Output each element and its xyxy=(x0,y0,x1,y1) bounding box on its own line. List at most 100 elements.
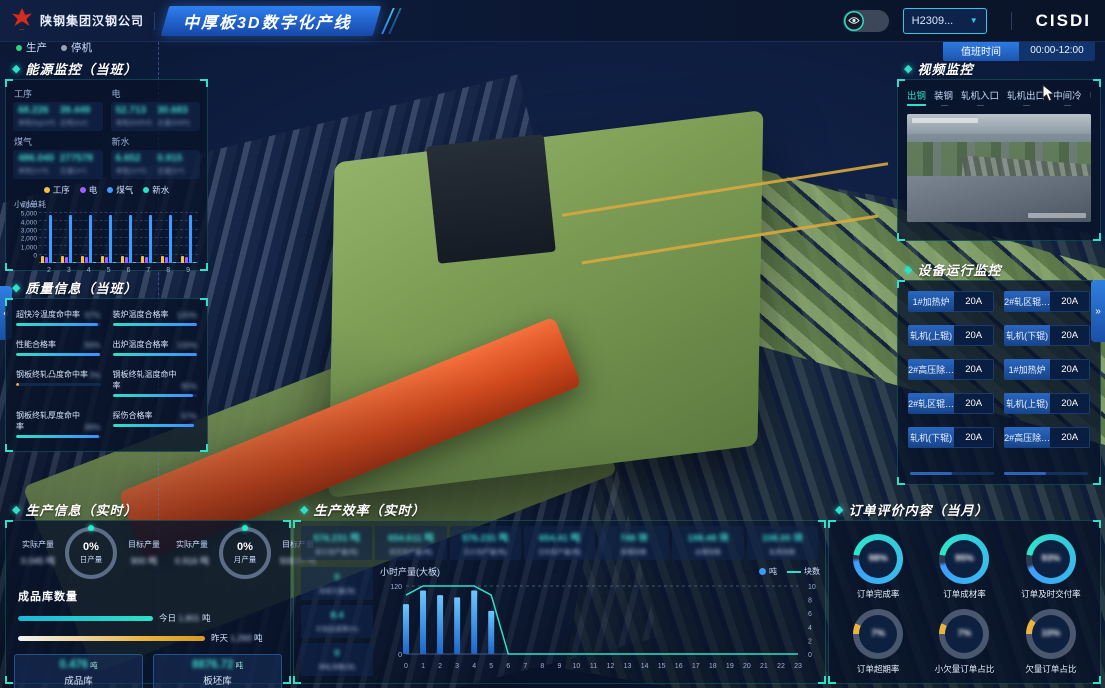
energy-section-name: 工序 xyxy=(14,87,103,100)
stock-bar-prefix: 今日 xyxy=(159,613,176,623)
device-current-value: 20A xyxy=(1050,325,1090,346)
quality-item: 钢板终轧温度命中率95% xyxy=(113,369,198,397)
energy-value-label: 单耗(m³/t) xyxy=(18,166,56,176)
device-chip-6[interactable]: 2#轧区辊…20A xyxy=(908,393,994,414)
video-tab-1[interactable]: 装钢 xyxy=(934,88,953,106)
diamond-icon: ◆ xyxy=(12,281,20,294)
heat-number-dropdown[interactable]: H2309... ▼ xyxy=(903,8,987,34)
device-chip-5[interactable]: 1#加热炉20A xyxy=(1004,359,1090,380)
quality-bar-track xyxy=(16,435,101,438)
device-name: 2#高压除… xyxy=(908,359,954,380)
energy-x-tick: 2 xyxy=(47,267,51,274)
device-scrollbar-left[interactable] xyxy=(910,472,994,475)
efficiency-card-label: 装钢块数 xyxy=(621,546,647,556)
device-chip-1[interactable]: 2#轧区辊…20A xyxy=(1004,291,1090,312)
energy-legend-label: 工序 xyxy=(53,184,70,196)
order-gauge-0: 98%订单完成率 xyxy=(835,529,921,604)
production-panel-title: ◆ 生产信息（实时） xyxy=(12,499,137,519)
energy-bar xyxy=(113,262,116,263)
video-tab-0[interactable]: 出钢 xyxy=(907,88,926,106)
company-name: 陕钢集团汉钢公司 xyxy=(40,12,144,29)
gauge-percent: 0% xyxy=(237,541,253,553)
device-chip-2[interactable]: 轧机(上辊)20A xyxy=(908,325,994,346)
energy-value: 6.652 xyxy=(116,153,154,164)
quality-item-top: 钢板终轧温度命中率95% xyxy=(113,369,198,391)
quality-bar-fill xyxy=(113,394,193,397)
panel-corner xyxy=(5,263,13,271)
efficiency-card-5: 198.48 块出钢块数 xyxy=(672,526,743,560)
quality-bar-fill xyxy=(16,435,99,438)
video-tab-2[interactable]: 轧机入口 xyxy=(961,88,999,106)
device-chip-3[interactable]: 轧机(下辊)20A xyxy=(1004,325,1090,346)
gauge-actual-value: 0.916 吨 xyxy=(168,554,216,567)
energy-ytick: 0 xyxy=(13,253,37,260)
quality-value: 97% xyxy=(181,412,197,421)
quality-bar-track xyxy=(113,424,198,427)
line-status-legend-label: 生产 xyxy=(26,40,47,55)
energy-legend-item: 电 xyxy=(80,184,98,196)
device-chip-7[interactable]: 轧机(上辊)20A xyxy=(1004,393,1090,414)
panel-corner xyxy=(818,520,826,528)
status-dot-icon xyxy=(16,45,22,51)
energy-legend-item: 工序 xyxy=(44,184,70,196)
quality-bar-track xyxy=(16,383,101,386)
legend-dot-icon xyxy=(107,187,113,193)
energy-bar-group xyxy=(41,215,56,263)
energy-legend-item: 新水 xyxy=(143,184,169,196)
order-donut-percent: 7% xyxy=(871,628,885,639)
video-panel-title: ◆ 视频监控 xyxy=(904,58,973,78)
panel-corner xyxy=(1093,233,1101,241)
video-tab-5[interactable]: 电动辊 xyxy=(1090,88,1091,106)
order-gauge-label: 欠量订单占比 xyxy=(1025,663,1076,675)
efficiency-card-1: 654.611 吨班实际产量(吨) xyxy=(375,526,446,560)
equipment-monitor-panel: ◆ 设备运行监控 1#加热炉20A2#轧区辊…20A轧机(上辊)20A轧机(下辊… xyxy=(897,280,1101,485)
efficiency-card-4: 748 块装钢块数 xyxy=(598,526,669,560)
stock-box-1: 8876.72吨板坯库 xyxy=(153,654,282,688)
quality-panel-title: ◆ 质量信息（当班） xyxy=(12,277,137,297)
order-gauge-2: 93%订单及时交付率 xyxy=(1008,529,1094,604)
order-donut-hole: 7% xyxy=(859,615,897,653)
quality-bar-track xyxy=(113,353,198,356)
quality-label: 钢板终轧温度命中率 xyxy=(113,369,181,391)
panel-collapse-tab-right[interactable]: » xyxy=(1091,280,1105,342)
eye-icon xyxy=(844,11,864,31)
svg-text:3: 3 xyxy=(455,663,459,670)
company-logo-icon xyxy=(12,8,32,26)
device-current-value: 20A xyxy=(1050,291,1090,312)
quality-item: 性能合格率99% xyxy=(16,339,101,356)
device-chip-0[interactable]: 1#加热炉20A xyxy=(908,291,994,312)
device-chip-8[interactable]: 轧机(下辊)20A xyxy=(908,427,994,448)
line-status-legend-item: 生产 xyxy=(16,40,47,55)
order-donut: 7% xyxy=(939,609,989,659)
stock-box-unit: 吨 xyxy=(236,661,244,670)
camera-feed[interactable] xyxy=(907,114,1091,222)
energy-bar xyxy=(81,256,84,263)
gauge-percent: 0% xyxy=(83,541,99,553)
device-chip-4[interactable]: 2#高压除…20A xyxy=(908,359,994,380)
device-name: 1#加热炉 xyxy=(908,291,954,312)
device-current-value: 20A xyxy=(954,359,994,380)
device-scrollbar-right[interactable] xyxy=(1004,472,1088,475)
energy-bar xyxy=(189,215,192,263)
stock-bar-fill xyxy=(18,636,205,641)
stock-box-value: 0.476吨 xyxy=(59,659,97,671)
video-tab-3[interactable]: 轧机出口 xyxy=(1007,88,1045,106)
energy-bar xyxy=(121,256,124,263)
efficiency-side-card-1: 8.4计划达成率(%) xyxy=(301,605,373,638)
quality-item: 探伤合格率97% xyxy=(113,410,198,438)
energy-bar xyxy=(65,257,68,263)
energy-x-tick: 6 xyxy=(126,267,130,274)
device-chip-9[interactable]: 2#高压除…20A xyxy=(1004,427,1090,448)
energy-x-tick: 7 xyxy=(146,267,150,274)
device-name: 2#轧区辊… xyxy=(908,393,954,414)
video-tab-4[interactable]: 中间冷 xyxy=(1053,88,1082,106)
panel-corner xyxy=(293,676,301,684)
energy-bar xyxy=(109,215,112,263)
panel-corner xyxy=(283,520,291,528)
efficiency-card-label: 轧制块数 xyxy=(769,546,795,556)
device-current-value: 20A xyxy=(954,427,994,448)
efficiency-side-card-2: 0待轧块数(块) xyxy=(301,643,373,676)
visibility-toggle[interactable] xyxy=(843,10,889,32)
gauge-actual-label: 实际产量 xyxy=(168,539,216,550)
panel-corner xyxy=(897,79,905,87)
